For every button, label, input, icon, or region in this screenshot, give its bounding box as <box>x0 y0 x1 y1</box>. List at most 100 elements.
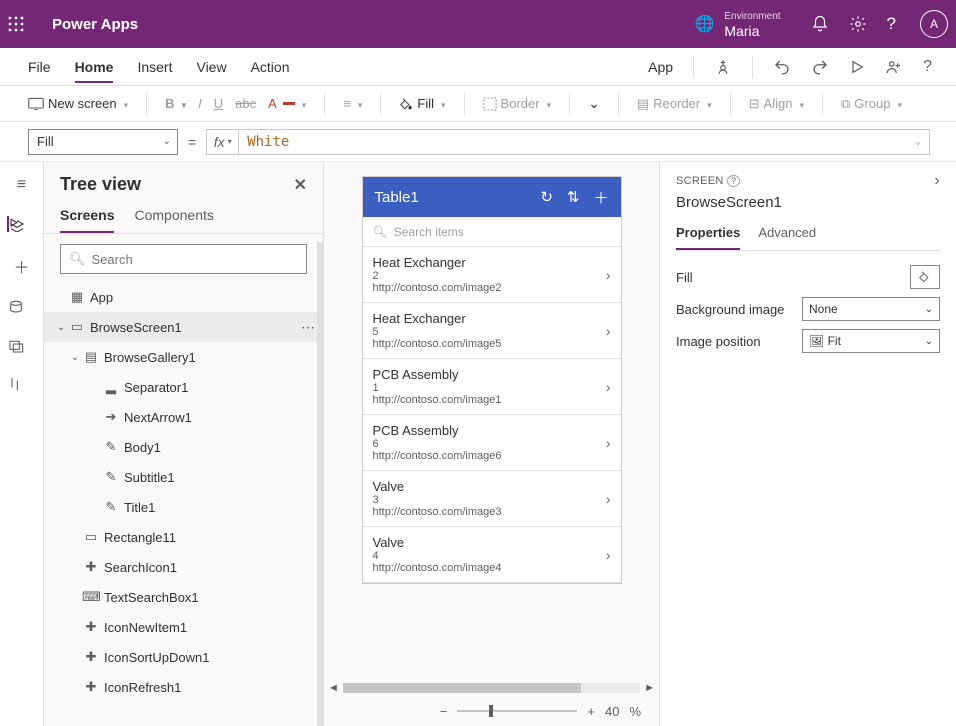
avatar[interactable]: A <box>920 10 948 38</box>
zoom-slider[interactable] <box>457 710 577 712</box>
tree-node[interactable]: ➔NextArrow1 <box>44 402 323 432</box>
undo-icon[interactable] <box>773 58 791 76</box>
gallery-row[interactable]: PCB Assembly1http://contoso.com/image1› <box>363 359 621 415</box>
tab-properties[interactable]: Properties <box>676 221 740 250</box>
chevron-right-icon[interactable]: › <box>606 435 611 451</box>
expand-toolbar-icon[interactable]: ⌄ <box>586 95 602 112</box>
environment-picker[interactable]: 🌐 Environment Maria <box>694 10 780 38</box>
rail-data-icon[interactable] <box>8 300 36 316</box>
row-subtitle: 5 <box>373 326 606 338</box>
gallery-row[interactable]: Valve3http://contoso.com/image3› <box>363 471 621 527</box>
fill-color-picker[interactable] <box>910 265 940 289</box>
chevron-icon[interactable]: ⌄ <box>68 352 82 363</box>
gallery-row[interactable]: Heat Exchanger5http://contoso.com/image5… <box>363 303 621 359</box>
zoom-in-icon[interactable]: + <box>587 704 595 719</box>
menu-home[interactable]: Home <box>75 59 114 83</box>
font-color-button[interactable]: A <box>266 96 308 111</box>
img-position-dropdown[interactable]: 🖼 Fit⌄ <box>802 329 940 353</box>
align-button[interactable]: ⊟ Align <box>747 96 806 112</box>
fill-button[interactable]: Fill <box>397 96 447 111</box>
bell-icon[interactable] <box>811 15 829 33</box>
app-preview[interactable]: Table1 ↻ ⇅ ＋ 🔍︎ Search items Heat Exchan… <box>362 176 622 584</box>
more-icon[interactable]: ⋯ <box>301 319 315 336</box>
group-button[interactable]: ⧉ Group <box>839 96 904 112</box>
app-menu[interactable]: App <box>648 59 673 75</box>
chevron-right-icon[interactable]: › <box>934 172 940 190</box>
tab-screens[interactable]: Screens <box>60 203 114 233</box>
canvas-area: Table1 ↻ ⇅ ＋ 🔍︎ Search items Heat Exchan… <box>324 162 660 726</box>
gallery-row[interactable]: PCB Assembly6http://contoso.com/image6› <box>363 415 621 471</box>
sort-icon[interactable]: ⇅ <box>567 188 580 206</box>
tree-node[interactable]: ⌨TextSearchBox1 <box>44 582 323 612</box>
tree-search-input[interactable]: 🔍︎ <box>60 244 307 274</box>
tree-node[interactable]: ✎Title1 <box>44 492 323 522</box>
canvas-hscroll[interactable]: ◄ ► <box>324 680 659 696</box>
play-icon[interactable] <box>849 59 865 75</box>
close-icon[interactable]: ✕ <box>294 175 307 195</box>
tree-node-label: BrowseGallery1 <box>104 350 315 365</box>
property-dropdown[interactable]: Fill⌄ <box>28 129 178 155</box>
chevron-right-icon[interactable]: › <box>606 267 611 283</box>
preview-search[interactable]: 🔍︎ Search items <box>363 217 621 247</box>
tree-node[interactable]: ⌄▭BrowseScreen1⋯ <box>44 312 323 342</box>
tree-node[interactable]: ✎Subtitle1 <box>44 462 323 492</box>
row-title: Valve <box>373 479 606 494</box>
menu-view[interactable]: View <box>196 59 226 75</box>
bold-button[interactable]: B <box>163 96 188 111</box>
reorder-button[interactable]: ▤ Reorder <box>635 96 714 112</box>
scroll-right-icon[interactable]: ► <box>644 682 655 694</box>
bg-image-dropdown[interactable]: None⌄ <box>802 297 940 321</box>
menu-insert[interactable]: Insert <box>137 59 172 75</box>
rail-tools-icon[interactable] <box>8 376 36 392</box>
italic-button[interactable]: I <box>196 96 204 111</box>
redo-icon[interactable] <box>811 58 829 76</box>
info-icon[interactable]: ? <box>727 175 740 187</box>
rail-hamburger-icon[interactable]: ≡ <box>8 176 36 194</box>
new-screen-button[interactable]: New screen <box>26 96 130 111</box>
tree-node[interactable]: ✎Body1 <box>44 432 323 462</box>
tree-node[interactable]: ✚IconRefresh1 <box>44 672 323 702</box>
formula-input[interactable]: White⌄ <box>238 129 930 155</box>
tree-node[interactable]: ▭Rectangle11 <box>44 522 323 552</box>
refresh-icon[interactable]: ↻ <box>540 188 553 206</box>
border-button[interactable]: Border <box>481 96 554 111</box>
chevron-icon[interactable]: ⌄ <box>54 322 68 333</box>
chevron-right-icon[interactable]: › <box>606 379 611 395</box>
gallery-row[interactable]: Valve4http://contoso.com/image4› <box>363 527 621 583</box>
tree-node[interactable]: ✚IconNewItem1 <box>44 612 323 642</box>
rail-media-icon[interactable] <box>8 338 36 354</box>
tree-node[interactable]: ▂Separator1 <box>44 372 323 402</box>
gear-icon[interactable] <box>849 15 867 33</box>
chevron-right-icon[interactable]: › <box>606 547 611 563</box>
help-icon[interactable]: ? <box>887 14 896 34</box>
app-checker-icon[interactable] <box>714 58 732 76</box>
share-icon[interactable] <box>885 58 903 76</box>
menu-file[interactable]: File <box>28 59 51 75</box>
align-text-button[interactable]: ≡ <box>341 96 364 111</box>
zoom-out-icon[interactable]: − <box>440 704 448 719</box>
rail-insert-icon[interactable]: ＋ <box>8 254 36 278</box>
tree-node[interactable]: ✚IconSortUpDown1 <box>44 642 323 672</box>
chevron-right-icon[interactable]: › <box>606 491 611 507</box>
menu-action[interactable]: Action <box>251 59 290 75</box>
scrollbar[interactable] <box>317 242 323 726</box>
chevron-right-icon[interactable]: › <box>606 323 611 339</box>
tab-advanced[interactable]: Advanced <box>758 221 816 250</box>
tree-node[interactable]: ⌄▤BrowseGallery1 <box>44 342 323 372</box>
tree-node[interactable]: ▦App <box>44 282 323 312</box>
tree-node[interactable]: ✚SearchIcon1 <box>44 552 323 582</box>
rail-tree-icon[interactable] <box>7 216 35 232</box>
underline-button[interactable]: U <box>212 96 225 111</box>
strike-button[interactable]: abc <box>233 96 258 111</box>
scroll-left-icon[interactable]: ◄ <box>328 682 339 694</box>
add-icon[interactable]: ＋ <box>593 187 608 208</box>
tab-components[interactable]: Components <box>134 203 213 233</box>
row-title: PCB Assembly <box>373 423 606 438</box>
row-body: http://contoso.com/image1 <box>373 394 606 406</box>
fx-icon[interactable]: fx <box>206 129 238 155</box>
menubar: File Home Insert View Action App ? <box>0 48 956 86</box>
tree-node-label: Body1 <box>124 440 315 455</box>
gallery-row[interactable]: Heat Exchanger2http://contoso.com/image2… <box>363 247 621 303</box>
waffle-icon[interactable] <box>8 16 48 32</box>
help2-icon[interactable]: ? <box>923 58 932 76</box>
